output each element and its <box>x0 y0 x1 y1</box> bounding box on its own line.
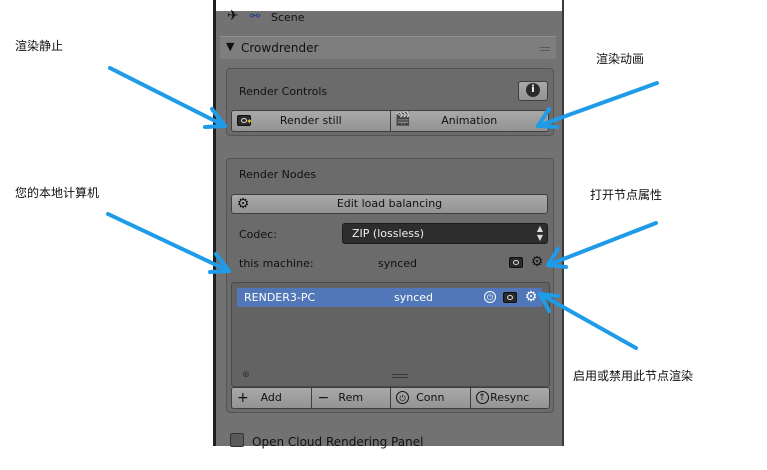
arrow-your-computer <box>106 212 231 274</box>
arrow-enable-disable-node <box>538 292 638 350</box>
arrow-render-still <box>108 66 227 129</box>
arrow-render-animation <box>536 81 659 129</box>
arrow-open-node-props <box>546 221 658 269</box>
annotation-arrows <box>106 66 659 350</box>
